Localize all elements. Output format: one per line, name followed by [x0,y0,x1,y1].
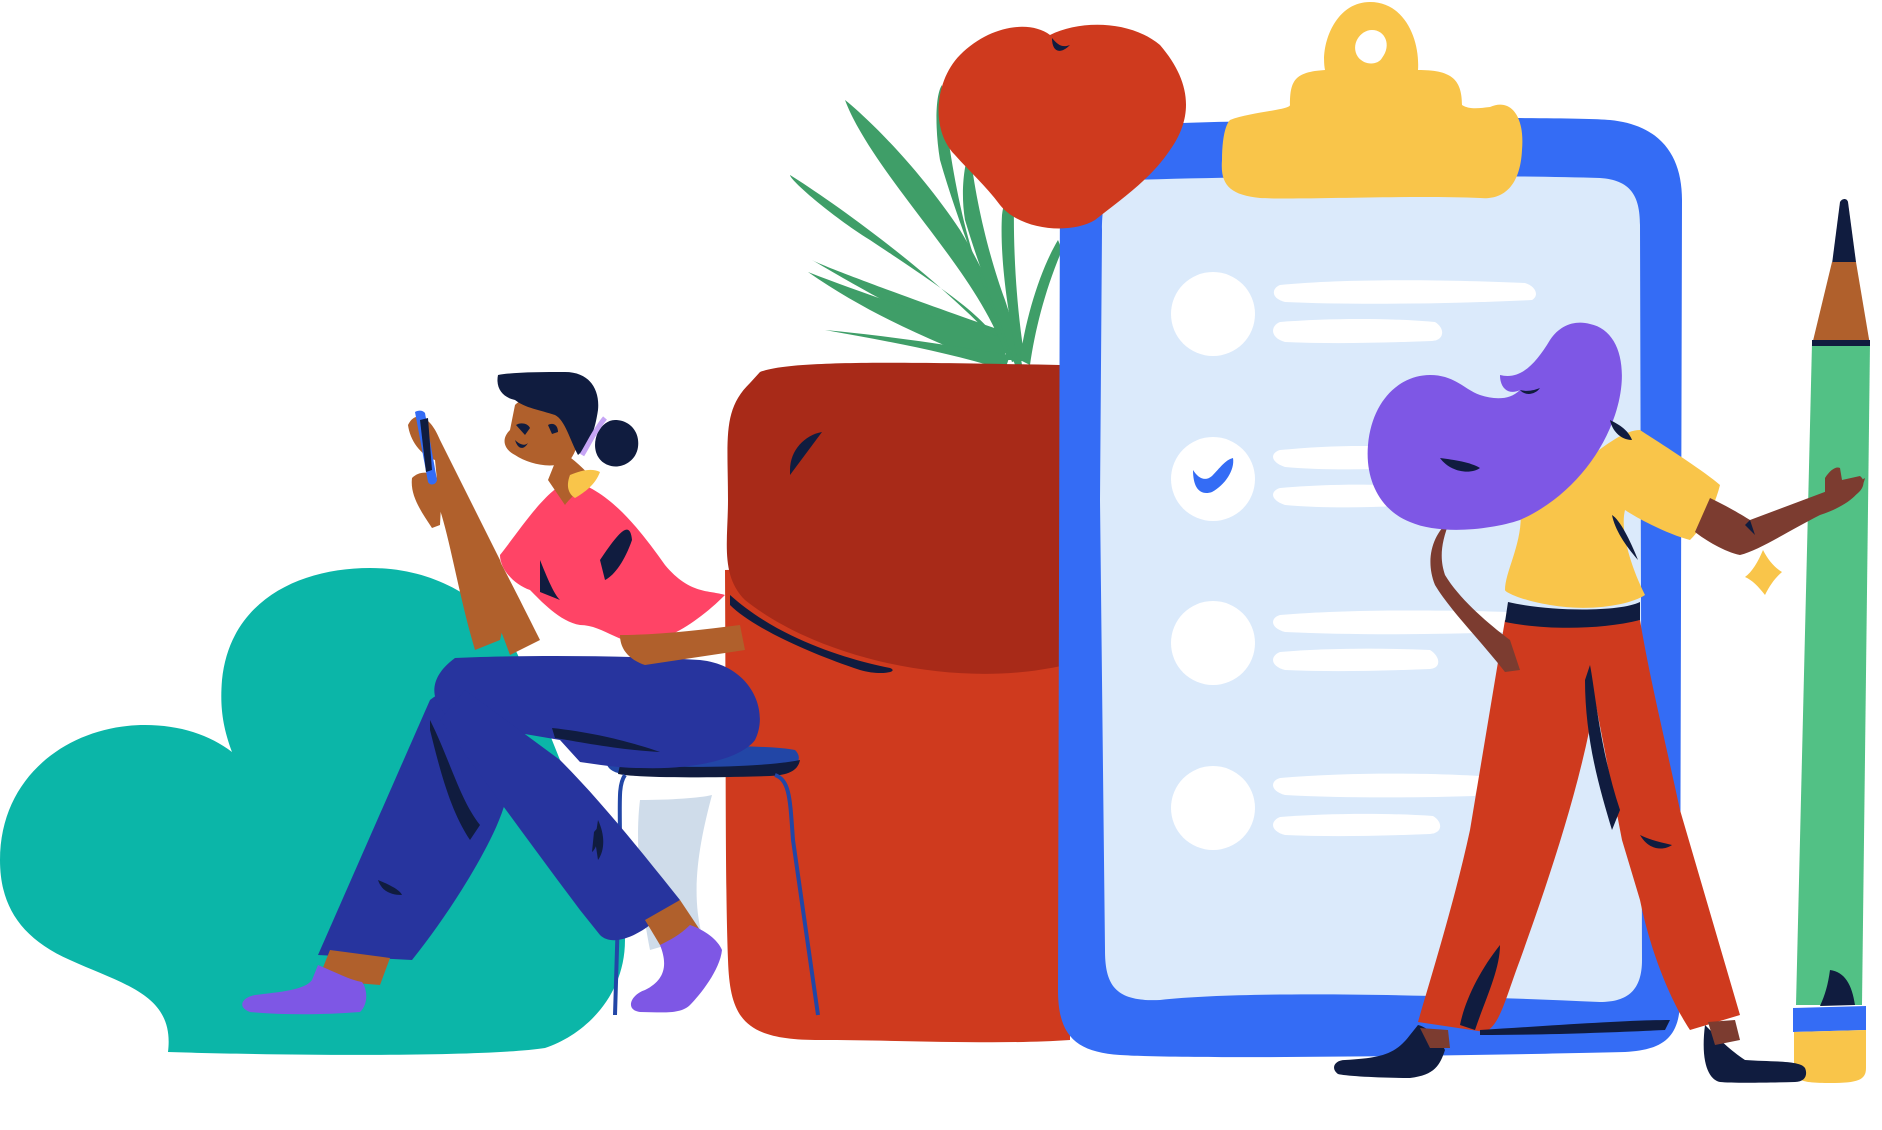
pencil-body-stroke [1812,340,1870,346]
left-person-hair-bun [595,420,639,467]
sparkle-icon [1745,550,1782,595]
illustration-canvas [0,2,1870,1083]
pencil-body [1796,343,1870,1005]
leaf [1020,240,1062,365]
list-line [1273,773,1480,798]
pencil-band [1793,1006,1866,1032]
list-bullet [1171,601,1255,685]
left-person-hand [411,472,442,528]
left-person-front-shoe [630,925,722,1013]
list-line [1273,813,1441,837]
list-bullet [1171,272,1255,356]
list-line [1273,648,1439,672]
pencil-icon [1793,199,1870,1083]
pencil-wood [1812,262,1870,345]
pencil-tip [1832,199,1856,264]
list-line [1273,319,1443,344]
list-bullet [1171,766,1255,850]
list-line [1273,280,1536,304]
plant-pot [725,362,1070,1043]
